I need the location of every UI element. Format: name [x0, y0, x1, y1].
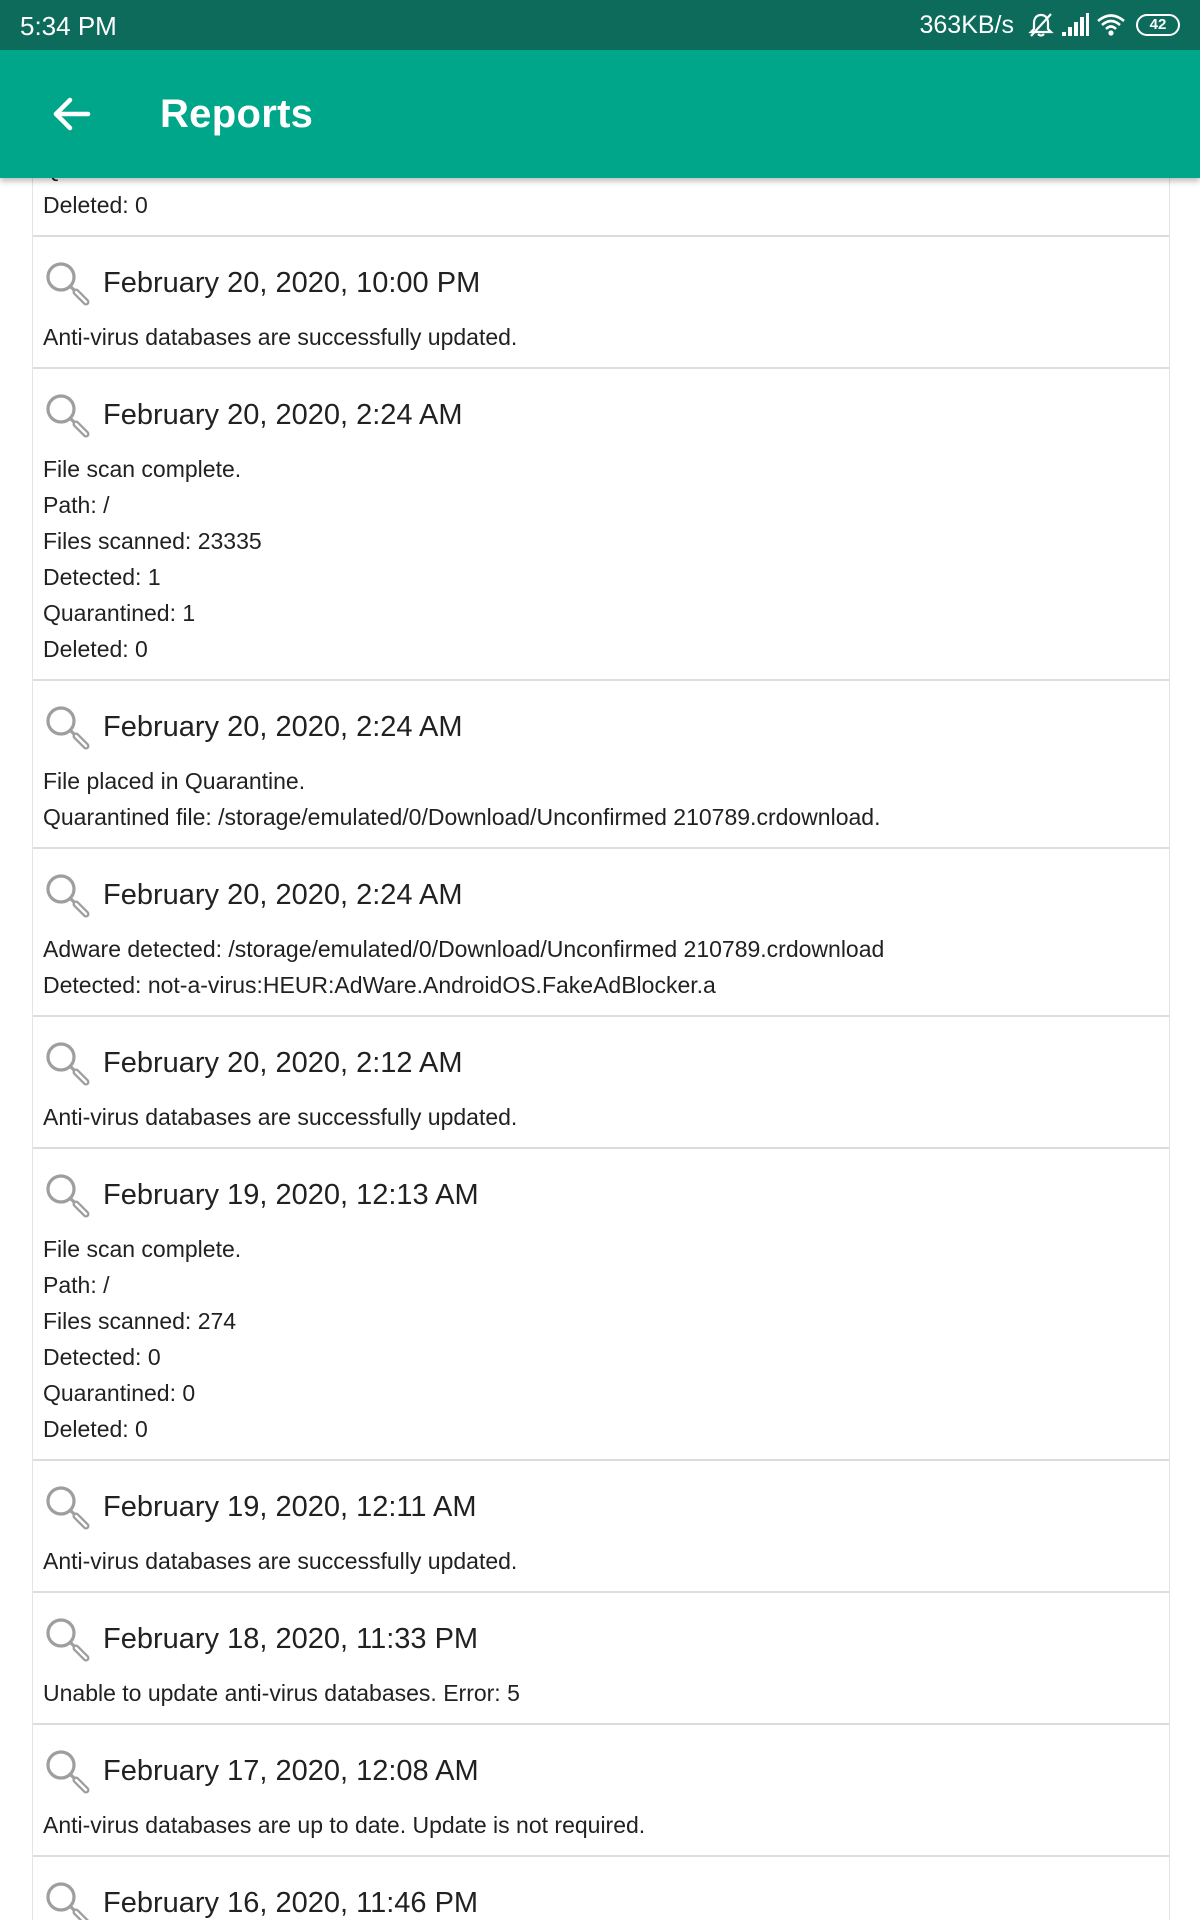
report-date: February 19, 2020, 12:13 AM [103, 1179, 479, 1211]
report-item[interactable]: February 17, 2020, 12:08 AM Anti-virus da… [33, 1725, 1169, 1857]
report-detail-line: Files scanned: 274 [43, 1308, 237, 1334]
report-detail-line: Quarantined: 1 [43, 600, 196, 626]
report-item[interactable]: February 20, 2020, 2:12 AM Anti-virus dat… [33, 1017, 1169, 1149]
report-item[interactable]: February 18, 2020, 11:33 PM Unable to upd… [33, 1593, 1169, 1725]
report-body: Anti-virus databases are successfully up… [43, 1099, 1159, 1135]
magnifier-icon [43, 1171, 91, 1219]
report-detail-line: Anti-virus databases are up to date. Upd… [43, 1812, 646, 1838]
report-detail-line: Deleted: 0 [43, 1416, 148, 1442]
report-list[interactable]: Quarantined: 0Deleted: 0February 20, 202… [32, 0, 1170, 1920]
battery-indicator: 42 [1136, 14, 1180, 36]
report-header: February 19, 2020, 12:13 AM [43, 1167, 1159, 1223]
app-bar: Reports [0, 50, 1200, 178]
report-body: Anti-virus databases are successfully up… [43, 1543, 1159, 1579]
report-detail-line: Deleted: 0 [43, 636, 148, 662]
network-speed: 363KB/s [919, 11, 1014, 39]
report-detail-line: File placed in Quarantine. [43, 768, 306, 794]
report-detail-line: Anti-virus databases are successfully up… [43, 324, 518, 350]
page-title: Reports [160, 92, 314, 136]
report-header: February 20, 2020, 2:24 AM [43, 699, 1159, 755]
report-date: February 20, 2020, 2:12 AM [103, 1047, 463, 1079]
report-date: February 20, 2020, 2:24 AM [103, 399, 463, 431]
status-time: 5:34 PM [20, 11, 117, 41]
report-item[interactable]: February 20, 2020, 2:24 AM File placed in… [33, 681, 1169, 849]
report-date: February 20, 2020, 10:00 PM [103, 267, 481, 299]
report-body: Anti-virus databases are successfully up… [43, 319, 1159, 355]
report-body: File scan complete. Path: / Files scanned:… [43, 1231, 1159, 1447]
report-body: Anti-virus databases are up to date. Upd… [43, 1807, 1159, 1843]
report-date: February 19, 2020, 12:11 AM [103, 1491, 477, 1523]
report-header: February 20, 2020, 10:00 PM [43, 255, 1159, 311]
arrow-back-icon [53, 97, 91, 131]
magnifier-icon [43, 703, 91, 751]
report-detail-line: Detected: 0 [43, 1344, 161, 1370]
report-detail-line: Path: / [43, 1272, 110, 1298]
report-item[interactable]: February 16, 2020, 11:46 PMFile scan com… [33, 1857, 1169, 1920]
magnifier-icon [43, 871, 91, 919]
report-detail-line: Detected: 1 [43, 564, 161, 590]
report-body: Adware detected: /storage/emulated/0/Dow… [43, 931, 1159, 1003]
report-detail-line: Anti-virus databases are successfully up… [43, 1548, 518, 1574]
report-item[interactable]: February 19, 2020, 12:13 AM File scan com… [33, 1149, 1169, 1461]
report-body: File placed in Quarantine. Quarantined fi… [43, 763, 1159, 835]
signal-icon [1062, 13, 1089, 36]
magnifier-icon [43, 1483, 91, 1531]
report-item[interactable]: February 20, 2020, 10:00 PM Anti-virus da… [33, 237, 1169, 369]
report-header: February 17, 2020, 12:08 AM [43, 1743, 1159, 1799]
report-header: February 16, 2020, 11:46 PM [43, 1875, 1159, 1920]
report-date: February 16, 2020, 11:46 PM [103, 1887, 479, 1919]
magnifier-icon [43, 1747, 91, 1795]
report-detail-line: Path: / [43, 492, 110, 518]
magnifier-icon [43, 1615, 91, 1663]
report-detail-line: File scan complete. [43, 1236, 242, 1262]
report-body: Unable to update anti-virus databases. E… [43, 1675, 1159, 1711]
report-detail-line: Adware detected: /storage/emulated/0/Dow… [43, 936, 885, 962]
report-list-content: Quarantined: 0Deleted: 0February 20, 202… [33, 151, 1169, 1920]
magnifier-icon [43, 259, 91, 307]
report-header: February 20, 2020, 2:24 AM [43, 387, 1159, 443]
report-date: February 17, 2020, 12:08 AM [103, 1755, 479, 1787]
back-button[interactable] [46, 88, 98, 140]
status-indicators: 363KB/s 42 [919, 9, 1180, 41]
report-body: File scan complete. Path: / Files scanned:… [43, 451, 1159, 667]
report-detail-line: Unable to update anti-virus databases. E… [43, 1680, 520, 1706]
magnifier-icon [43, 1039, 91, 1087]
report-detail-line: Files scanned: 23335 [43, 528, 262, 554]
report-item[interactable]: February 20, 2020, 2:24 AM File scan comp… [33, 369, 1169, 681]
report-header: February 20, 2020, 2:12 AM [43, 1035, 1159, 1091]
report-date: February 18, 2020, 11:33 PM [103, 1623, 479, 1655]
report-item[interactable]: February 19, 2020, 12:11 AM Anti-virus da… [33, 1461, 1169, 1593]
wifi-icon [1097, 14, 1125, 36]
report-item[interactable]: February 20, 2020, 2:24 AM Adware detecte… [33, 849, 1169, 1017]
report-header: February 19, 2020, 12:11 AM [43, 1479, 1159, 1535]
report-date: February 20, 2020, 2:24 AM [103, 879, 463, 911]
report-detail-line: Anti-virus databases are successfully up… [43, 1104, 518, 1130]
report-header: February 20, 2020, 2:24 AM [43, 867, 1159, 923]
magnifier-icon [43, 1879, 91, 1920]
report-detail-line: Detected: not-a-virus:HEUR:AdWare.Androi… [43, 972, 716, 998]
report-header: February 18, 2020, 11:33 PM [43, 1611, 1159, 1667]
report-detail-line: Deleted: 0 [43, 192, 148, 218]
report-detail-line: File scan complete. [43, 456, 242, 482]
report-date: February 20, 2020, 2:24 AM [103, 711, 463, 743]
report-detail-line: Quarantined file: /storage/emulated/0/Do… [43, 804, 881, 830]
report-detail-line: Quarantined: 0 [43, 1380, 196, 1406]
magnifier-icon [43, 391, 91, 439]
status-bar: 5:34 PM 363KB/s 42 [0, 0, 1200, 50]
muted-bell-icon [1028, 13, 1054, 37]
